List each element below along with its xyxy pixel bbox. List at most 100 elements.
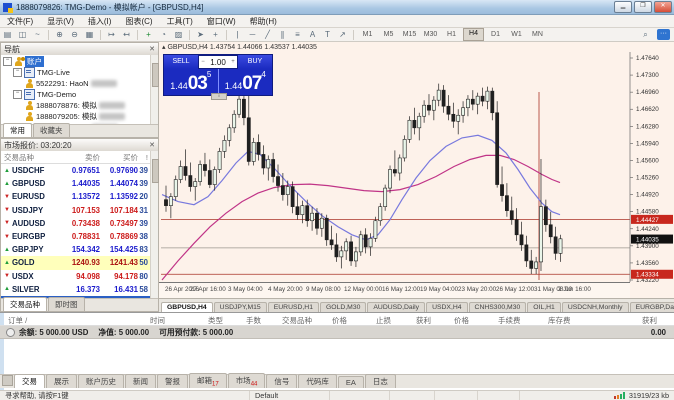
balance-row[interactable]: 余额: 5 000.00 USD 净值: 5 000.00 可用预付款: 5 0…: [0, 326, 674, 339]
market-watch-row-gbpjpy[interactable]: ▲GBPJPY154.342154.42583: [1, 243, 151, 256]
market-watch-row-silver[interactable]: ▲SILVER16.37316.43158: [1, 283, 151, 296]
menu-item-工[interactable]: 工具(T): [160, 16, 200, 27]
navigator-scrollbar[interactable]: [150, 55, 158, 124]
minimize-button[interactable]: ▁: [614, 1, 632, 13]
indicators-icon[interactable]: +: [142, 29, 155, 40]
chat-icon[interactable]: ···: [657, 29, 670, 40]
market-watch-scrollbar[interactable]: [150, 151, 158, 298]
volume-increase-button[interactable]: +: [229, 59, 237, 65]
candles-chart-icon[interactable]: ◫: [16, 29, 29, 40]
terminal-column-header[interactable]: 交易品种: [282, 315, 312, 326]
sell-price[interactable]: 1.44 03 5: [164, 69, 219, 95]
auto-scroll-icon[interactable]: ↦: [105, 29, 118, 40]
tree-account-item[interactable]: 1888078876: 模拟: [25, 100, 151, 111]
crosshair-icon[interactable]: +: [209, 29, 222, 40]
chart-tab-gold[interactable]: GOLD,M30: [320, 302, 366, 312]
templates-icon[interactable]: ▨: [172, 29, 185, 40]
text-icon[interactable]: A: [306, 29, 319, 40]
tree-toggle-icon[interactable]: −: [13, 90, 22, 99]
timeframe-m30-button[interactable]: M30: [421, 29, 440, 40]
menu-item-文[interactable]: 文件(F): [0, 16, 40, 27]
market-watch-row-eurgbp[interactable]: ▼EURGBP0.788310.7886938: [1, 230, 151, 243]
menu-item-显[interactable]: 显示(V): [40, 16, 81, 27]
terminal-column-header[interactable]: 手数: [246, 315, 261, 326]
terminal-tab-新闻[interactable]: 新闻: [125, 374, 156, 388]
terminal-column-header[interactable]: 时间: [150, 315, 165, 326]
column-header[interactable]: 卖价: [60, 152, 100, 163]
terminal-tab-EA[interactable]: EA: [338, 376, 364, 388]
market-watch-row-audusd[interactable]: ▼AUDUSD0.734380.7349739: [1, 217, 151, 230]
tree-account-item[interactable]: 1888079205: 模拟: [25, 111, 151, 122]
terminal-column-header[interactable]: 价格: [332, 315, 347, 326]
market-watch-row-usdchf[interactable]: ▲USDCHF0.976510.9769039: [1, 164, 151, 177]
terminal-tab-邮箱[interactable]: 邮箱17: [189, 373, 227, 389]
timeframe-m15-button[interactable]: M15: [400, 29, 419, 40]
timeframe-m1-button[interactable]: M1: [358, 29, 377, 40]
terminal-tab-信号[interactable]: 信号: [266, 374, 297, 388]
chart-tab-oil[interactable]: OIL,H1: [527, 302, 561, 312]
terminal-column-header[interactable]: 获利: [642, 315, 657, 326]
menu-item-帮[interactable]: 帮助(H): [243, 16, 284, 27]
chart-collapse-icon[interactable]: ▴: [162, 44, 166, 51]
one-click-collapse-handle[interactable]: ‖: [211, 93, 227, 100]
tree-account-item[interactable]: 5522291: HaoN: [25, 78, 151, 89]
cursor-icon[interactable]: ➤: [194, 29, 207, 40]
menu-item-窗[interactable]: 窗口(W): [200, 16, 243, 27]
terminal-column-header[interactable]: 类型: [208, 315, 223, 326]
chart-tab-eurgbp[interactable]: EURGBP,Daily: [630, 302, 674, 312]
market-watch-row-usdjpy[interactable]: ▼USDJPY107.153107.18431: [1, 204, 151, 217]
vertical-line-icon[interactable]: |: [231, 29, 244, 40]
terminal-tab-展示[interactable]: 展示: [46, 374, 77, 388]
tree-group-tmg-demo[interactable]: −TMG-Demo: [13, 89, 151, 100]
zoom-out-icon[interactable]: ⊖: [68, 29, 81, 40]
arrows-icon[interactable]: ↗: [336, 29, 349, 40]
tree-toggle-icon[interactable]: −: [13, 68, 22, 77]
terminal-column-header[interactable]: 止损: [376, 315, 391, 326]
navigator-close-icon[interactable]: ✕: [149, 45, 155, 53]
tile-windows-icon[interactable]: ▦: [83, 29, 96, 40]
chart-shift-icon[interactable]: ↤: [120, 29, 133, 40]
periods-icon[interactable]: ◔: [157, 29, 170, 40]
market-watch-row-eurusd[interactable]: ▼EURUSD1.135721.1359220: [1, 190, 151, 203]
tree-group-tmg-live[interactable]: −TMG-Live: [13, 67, 151, 78]
chart-tab-usdjpy[interactable]: USDJPY,M15: [214, 302, 267, 312]
timeframe-mn-button[interactable]: MN: [528, 29, 547, 40]
title-bar[interactable]: 1888079826: TMG-Demo - 模拟帐户 - [GBPUSD,H4…: [0, 0, 674, 15]
terminal-column-header[interactable]: 订单 /: [8, 315, 27, 326]
timeframe-d1-button[interactable]: D1: [486, 29, 505, 40]
terminal-tab-账户历史[interactable]: 账户历史: [78, 374, 124, 388]
horizontal-line-icon[interactable]: ─: [246, 29, 259, 40]
volume-input[interactable]: 1.00: [207, 58, 229, 67]
terminal-tab-市场[interactable]: 市场44: [228, 373, 266, 389]
timeframe-h1-button[interactable]: H1: [442, 29, 461, 40]
terminal-column-header[interactable]: 价格: [454, 315, 469, 326]
status-profile[interactable]: Default: [250, 391, 330, 400]
volume-decrease-button[interactable]: −: [199, 59, 207, 65]
bars-chart-icon[interactable]: ▤: [1, 29, 14, 40]
column-header[interactable]: 买价: [100, 152, 138, 163]
navigator-tab-收藏夹[interactable]: 收藏夹: [33, 123, 70, 137]
sell-button[interactable]: SELL: [164, 55, 198, 69]
terminal-tab-代码库[interactable]: 代码库: [298, 374, 337, 388]
close-button[interactable]: ✕: [654, 1, 672, 13]
time-axis[interactable]: 26 Apr 201627 Apr 16:003 May 04:004 May …: [159, 282, 630, 298]
buy-price[interactable]: 1.44 07 4: [219, 69, 273, 95]
trendline-icon[interactable]: ╱: [261, 29, 274, 40]
market-watch-close-icon[interactable]: ✕: [149, 141, 155, 149]
market-watch-tab-即时图[interactable]: 即时图: [48, 297, 85, 311]
fibonacci-icon[interactable]: ≡: [291, 29, 304, 40]
text-label-icon[interactable]: T: [321, 29, 334, 40]
channel-icon[interactable]: ∥: [276, 29, 289, 40]
terminal-tab-交易[interactable]: 交易: [14, 374, 45, 388]
chart-tab-cnhs300[interactable]: CNHS300,M30: [469, 302, 527, 312]
chart-tab-usdcnh[interactable]: USDCNH,Monthly: [562, 302, 629, 312]
chart-tab-audusd[interactable]: AUDUSD,Daily: [367, 302, 425, 312]
timeframe-h4-button[interactable]: H4: [463, 28, 484, 41]
tree-root-accounts[interactable]: −账户: [3, 56, 151, 67]
menu-item-图[interactable]: 图表(C): [118, 16, 159, 27]
chart-tab-eurusd[interactable]: EURUSD,H1: [268, 302, 319, 312]
chart-tab-gbpusd[interactable]: GBPUSD,H4: [161, 302, 213, 312]
search-icon[interactable]: ⌕: [639, 29, 652, 40]
menu-item-插[interactable]: 插入(I): [81, 16, 119, 27]
column-header[interactable]: 交易品种: [1, 152, 60, 163]
